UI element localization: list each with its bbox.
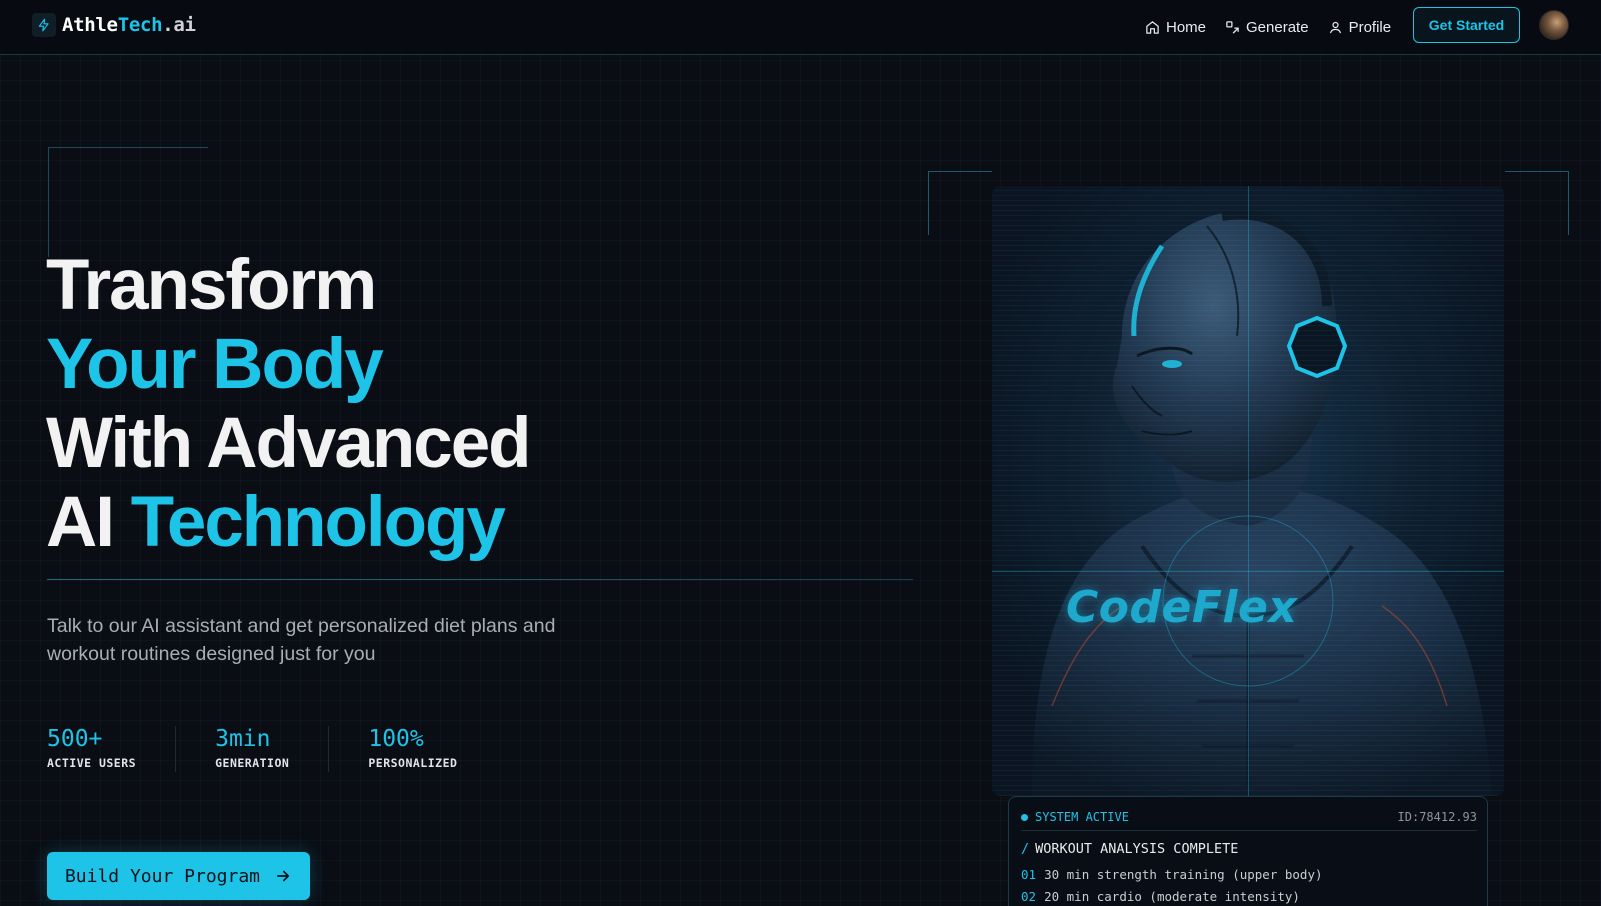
codeflex-brand-text: CodeFlex [1066,582,1298,633]
terminal-title: / WORKOUT ANALYSIS COMPLETE [1021,841,1238,857]
hero-subtitle: Talk to our AI assistant and get persona… [47,615,556,665]
stat-value: 3min [215,726,271,752]
generate-icon [1226,20,1239,34]
stat-generation: 3min GENERATION [215,726,330,772]
home-icon [1146,20,1159,34]
stat-label: ACTIVE USERS [47,756,137,770]
arrow-right-icon [276,870,290,882]
stat-label: PERSONALIZED [368,756,458,770]
frame-corner-left [928,171,992,235]
hero-headline: Transform Your Body With Advanced AI Tec… [46,246,532,562]
nav-link-home[interactable]: Home [1145,16,1206,38]
nav-link-profile[interactable]: Profile [1328,16,1392,38]
brand-name-part3: .ai [162,14,196,36]
nav-link-home-label: Home [1166,18,1207,36]
stat-active-users: 500+ ACTIVE USERS [47,726,177,772]
build-program-button[interactable]: Build Your Program [47,852,310,900]
stats-row: 500+ ACTIVE USERS 3min GENERATION 100% P… [47,726,535,772]
headline-line-4b: Technology [130,483,506,562]
brand-name-part1: Athle [62,14,118,36]
crosshair-horizontal [992,571,1504,572]
brand-name-part2: Tech [117,14,163,36]
frame-corner-right [1505,171,1569,235]
crosshair-vertical [1248,186,1249,796]
slash-icon: / [1021,841,1030,857]
stat-label: GENERATION [215,756,290,770]
status-dot-icon [1021,813,1028,821]
headline-line-1: Transform [46,246,377,325]
terminal-header: SYSTEM ACTIVE ID:78412.93 [1021,810,1477,831]
item-number: 01 [1021,867,1037,882]
item-text: 20 min cardio (moderate intensity) [1044,889,1300,904]
stat-value: 500+ [47,726,103,752]
terminal-items: 01 30 min strength training (upper body)… [1021,867,1323,906]
headline-line-3: With Advanced [46,404,532,483]
list-item: 01 30 min strength training (upper body) [1021,867,1323,889]
status-text: SYSTEM ACTIVE [1035,810,1129,824]
item-number: 02 [1021,889,1037,904]
stat-value: 100% [368,726,424,752]
terminal-id: ID:78412.93 [1397,810,1477,824]
nav-links: Home Generate Profile [1145,16,1410,38]
status-indicator: SYSTEM ACTIVE [1021,810,1129,824]
list-item: 02 20 min cardio (moderate intensity) [1021,889,1323,906]
brand-logo[interactable]: AthleTech.ai [32,13,196,37]
brand-name: AthleTech.ai [62,14,196,36]
stat-personalized: 100% PERSONALIZED [368,726,496,772]
top-nav: AthleTech.ai Home Generate Profile Get S… [0,0,1601,55]
nav-link-generate-label: Generate [1246,18,1309,36]
analysis-terminal: SYSTEM ACTIVE ID:78412.93 / WORKOUT ANALY… [1008,796,1488,906]
nav-link-generate[interactable]: Generate [1225,16,1309,38]
hero-image-card: CodeFlex [992,186,1504,796]
headline-line-2: Your Body [46,325,384,404]
avatar[interactable] [1539,10,1569,40]
lightning-icon [32,13,56,37]
build-program-label: Build Your Program [64,865,261,887]
corner-decoration [48,147,208,257]
hero-divider [47,579,913,580]
headline-line-4: AI Technology [46,483,530,562]
headline-line-4a: AI [46,483,131,562]
get-started-button[interactable]: Get Started [1413,7,1520,43]
terminal-title-text: WORKOUT ANALYSIS COMPLETE [1035,841,1239,857]
user-icon [1329,21,1341,33]
item-text: 30 min strength training (upper body) [1044,867,1323,882]
nav-link-profile-label: Profile [1348,18,1392,36]
